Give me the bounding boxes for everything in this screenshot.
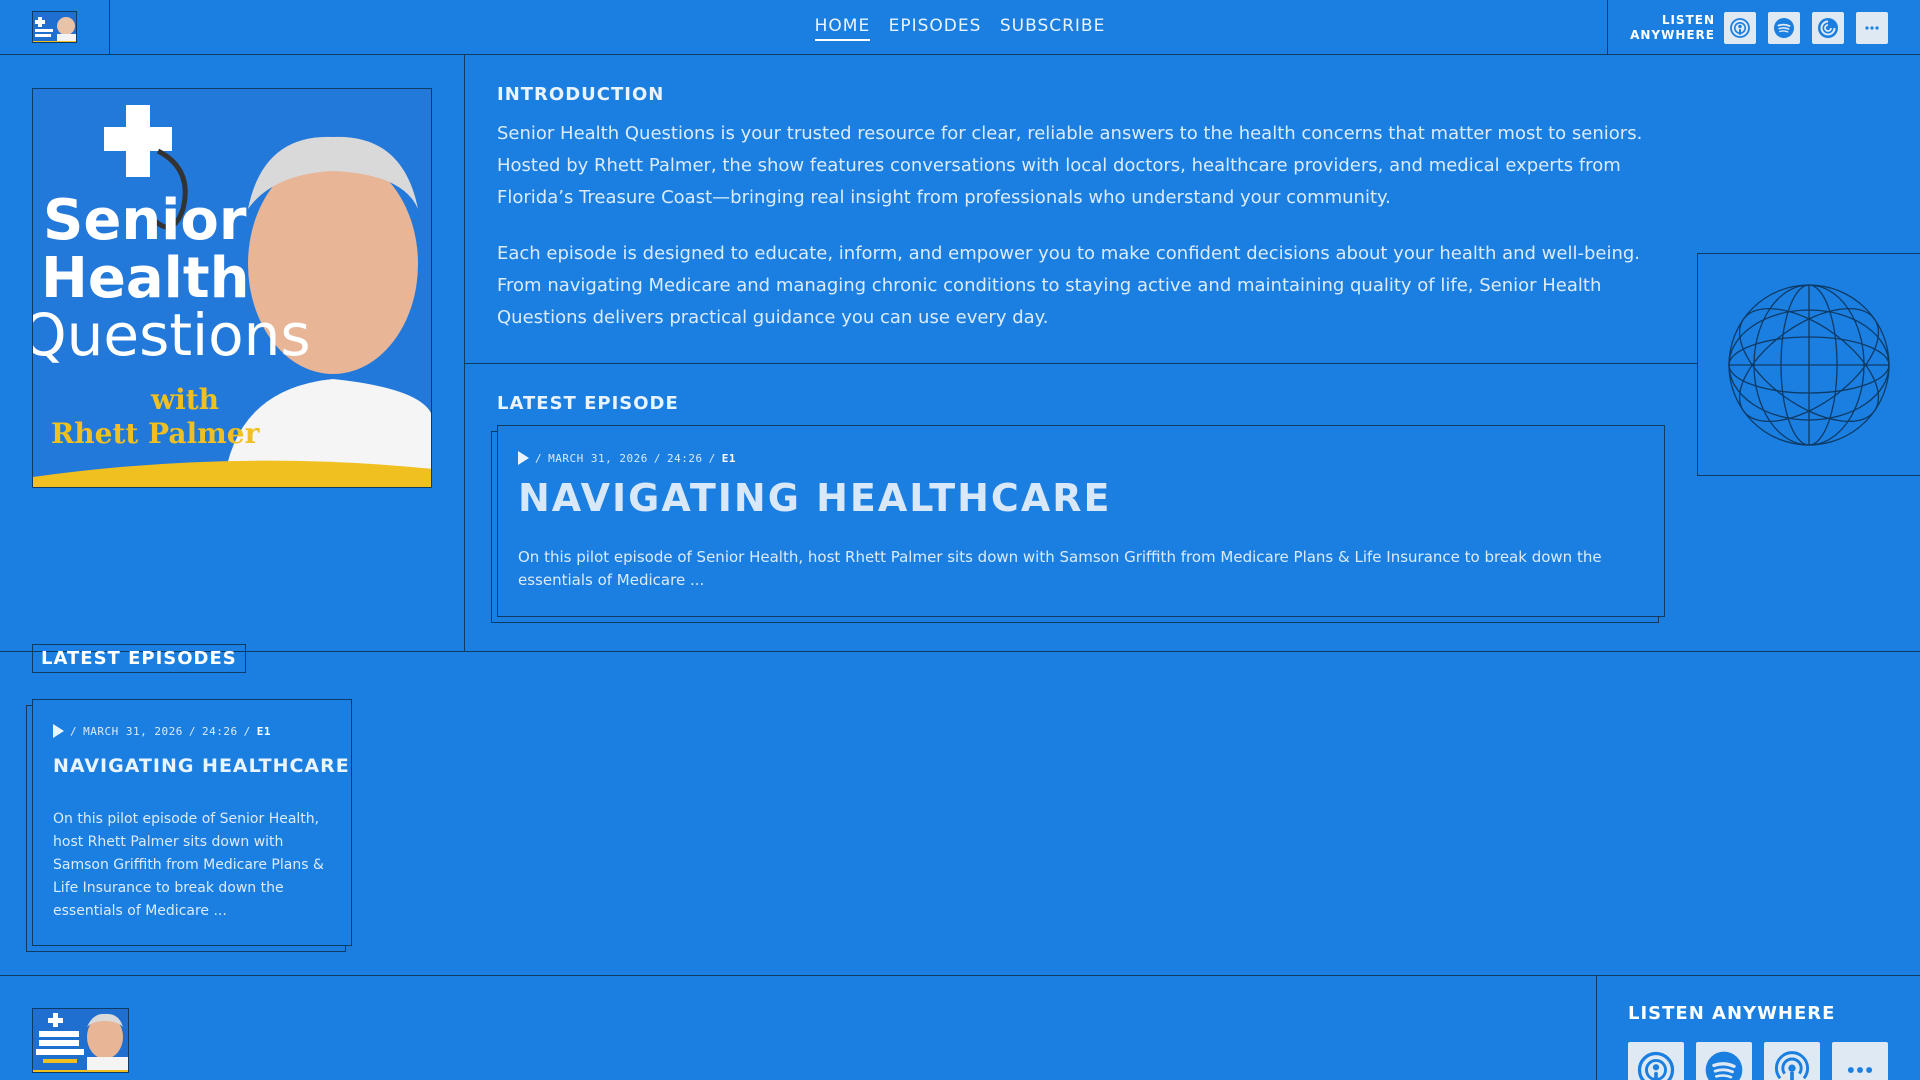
more-icon: [1865, 26, 1879, 30]
meta-separator: /: [708, 451, 716, 465]
play-icon[interactable]: [53, 724, 64, 738]
pocket-casts-icon: [1818, 18, 1838, 38]
latest-episodes-heading: LATEST EPISODES: [32, 644, 246, 673]
latest-episode-heading: LATEST EPISODE: [497, 393, 679, 414]
meta-separator: /: [70, 724, 78, 738]
listen-label-line2: ANYWHERE: [1630, 28, 1715, 42]
cover-title-line4: with: [150, 383, 219, 416]
episode-title-link[interactable]: NAVIGATING HEALTHCARE: [518, 476, 1111, 520]
spotify-icon: [1705, 1051, 1743, 1080]
meta-separator: /: [535, 451, 543, 465]
footer-listen-anywhere-heading: LISTEN ANYWHERE: [1628, 1003, 1836, 1024]
footer-top-divider: [0, 975, 1920, 976]
main-bottom-divider: [0, 651, 1920, 652]
meta-separator: /: [243, 724, 251, 738]
apple-podcasts-icon: [1730, 18, 1750, 38]
footer-right-divider: [1596, 975, 1597, 1080]
episode-date: MARCH 31, 2026: [548, 451, 648, 465]
globe-icon: [1728, 284, 1890, 446]
episode-duration: 24:26: [666, 451, 703, 465]
spotify-link[interactable]: [1768, 12, 1800, 44]
latest-episode-card[interactable]: / MARCH 31, 2026 / 24:26 / E1 NAVIGATING…: [497, 425, 1665, 617]
podcast-cover-art: Senior Health Questions with Rhett Palme…: [32, 88, 432, 488]
episode-meta: / MARCH 31, 2026 / 24:26 / E1: [518, 451, 736, 465]
episode-meta: / MARCH 31, 2026 / 24:26 / E1: [53, 724, 271, 738]
introduction-body: Senior Health Questions is your trusted …: [497, 118, 1657, 358]
cover-title-line5: Rhett Palmer: [51, 417, 261, 450]
introduction-heading: INTRODUCTION: [497, 84, 665, 105]
footer-logo-image: [33, 1009, 128, 1072]
episode-number: E1: [256, 724, 271, 738]
apple-podcasts-link[interactable]: [1628, 1042, 1684, 1080]
episode-card[interactable]: / MARCH 31, 2026 / 24:26 / E1 NAVIGATING…: [32, 699, 352, 946]
more-icon: [1847, 1067, 1873, 1073]
podcast-broadcast-link[interactable]: [1764, 1042, 1820, 1080]
introduction-paragraph-1: Senior Health Questions is your trusted …: [497, 123, 1643, 208]
spotify-link[interactable]: [1696, 1042, 1752, 1080]
more-platforms-link[interactable]: [1832, 1042, 1888, 1080]
episode-duration: 24:26: [201, 724, 238, 738]
episode-number: E1: [721, 451, 736, 465]
nav-episodes[interactable]: EPISODES: [889, 16, 982, 39]
episode-description: On this pilot episode of Senior Health, …: [53, 811, 324, 919]
apple-podcasts-link[interactable]: [1724, 12, 1756, 44]
pocket-casts-link[interactable]: [1812, 12, 1844, 44]
episode-description: On this pilot episode of Senior Health, …: [518, 548, 1602, 589]
listen-anywhere-label: LISTEN ANYWHERE: [1630, 13, 1715, 43]
cover-title-line1: Senior: [43, 188, 247, 253]
footer-platform-links: [1628, 1042, 1888, 1080]
play-icon[interactable]: [518, 451, 529, 465]
listen-label-line1: LISTEN: [1661, 13, 1715, 27]
cover-title-line3: Questions: [33, 301, 311, 369]
intro-bottom-divider: [464, 363, 1697, 364]
spotify-icon: [1774, 18, 1794, 38]
apple-podcasts-icon: [1637, 1051, 1675, 1080]
cover-artwork: Senior Health Questions with Rhett Palme…: [33, 89, 431, 487]
header-platform-links: [1724, 12, 1888, 44]
nav-home[interactable]: HOME: [814, 16, 871, 41]
episode-date: MARCH 31, 2026: [83, 724, 183, 738]
nav-subscribe[interactable]: SUBSCRIBE: [1000, 16, 1106, 39]
introduction-paragraph-2: Each episode is designed to educate, inf…: [497, 243, 1641, 328]
globe-panel: [1697, 253, 1920, 476]
episode-title-link[interactable]: NAVIGATING HEALTHCARE: [53, 755, 350, 777]
podcast-broadcast-icon: [1775, 1051, 1809, 1080]
more-platforms-link[interactable]: [1856, 12, 1888, 44]
site-header: HOME EPISODES SUBSCRIBE LISTEN ANYWHERE: [0, 0, 1920, 55]
meta-separator: /: [188, 724, 196, 738]
meta-separator: /: [653, 451, 661, 465]
left-column-divider: [464, 55, 465, 651]
footer-logo[interactable]: [32, 1008, 129, 1073]
